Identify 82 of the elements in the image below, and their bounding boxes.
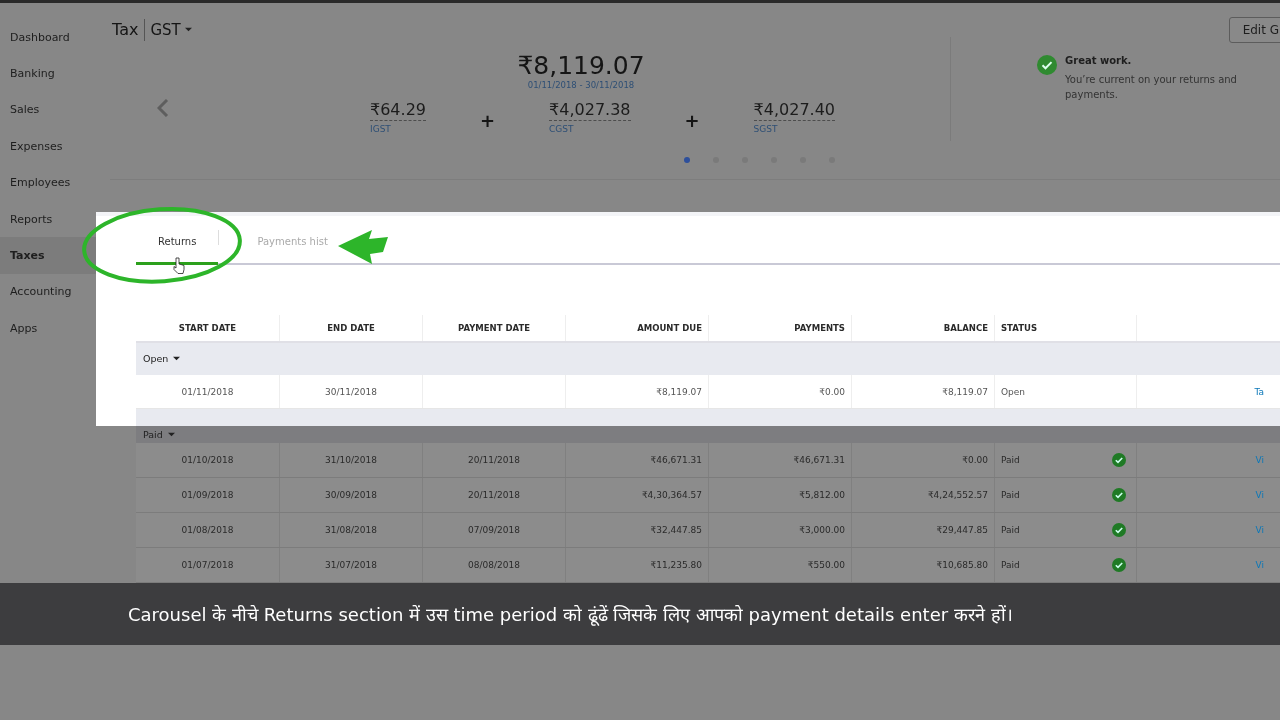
status-text: Paid	[1001, 525, 1020, 535]
caption: Carousel के नीचे Returns section में उस time period को ढूंढें जिसके लिए आपको payment details enter करने हों।	[128, 603, 1013, 626]
status-text: Paid	[1001, 455, 1020, 465]
status-title: Great work.	[1065, 55, 1133, 67]
table-cell: 07/09/2018	[468, 525, 520, 535]
group-toggle[interactable]: Paid	[143, 429, 175, 440]
column-header: BALANCE	[943, 322, 988, 333]
column-header: END DATE	[327, 322, 375, 333]
table-cell: ₹4,24,552.57	[927, 490, 988, 500]
tax-amount: ₹64.29	[370, 100, 426, 122]
table-cell: ₹46,671.31	[793, 455, 845, 465]
check-icon	[1037, 55, 1057, 76]
tax-amount: ₹4,027.38	[549, 100, 631, 122]
table-cell: 31/08/2018	[325, 525, 377, 535]
sidebar-item[interactable]: Taxes	[0, 237, 96, 274]
sidebar-item[interactable]: Apps	[0, 310, 96, 347]
table-cell: ₹10,685.80	[936, 560, 988, 570]
column-header: STATUS	[1001, 322, 1037, 333]
period-text: 01/11/2018 - 30/11/2018	[526, 80, 636, 91]
column-header: START DATE	[178, 322, 237, 333]
plus-sign: +	[480, 109, 496, 131]
tax-label: CGST	[549, 124, 575, 135]
table-cell: ₹3,000.00	[799, 525, 845, 535]
table-cell: 20/11/2018	[468, 455, 520, 465]
sidebar-item[interactable]: Banking	[0, 55, 96, 92]
tax-label: IGST	[370, 124, 392, 135]
pointer-arrow	[338, 230, 388, 264]
table-cell: 08/08/2018	[468, 560, 520, 570]
sidebar-item[interactable]: Accounting	[0, 273, 96, 311]
sidebar-item[interactable]: Dashboard	[0, 19, 96, 56]
sidebar-item[interactable]: Sales	[0, 91, 96, 129]
status-text: Open	[1001, 386, 1026, 397]
status-text: Paid	[1001, 490, 1020, 500]
table-cell: 31/07/2018	[325, 560, 377, 570]
page-title: Tax	[112, 18, 146, 41]
tax-label: SGST	[753, 124, 779, 135]
check-icon	[1112, 523, 1126, 537]
table-cell: 01/10/2018	[181, 455, 234, 465]
status-text: Paid	[1001, 560, 1020, 570]
caret-icon	[173, 355, 181, 363]
column-header: PAYMENTS	[794, 322, 845, 333]
table-cell: ₹550.00	[807, 560, 845, 570]
table-cell: ₹8,119.07	[656, 386, 702, 397]
plus-sign: +	[684, 109, 700, 131]
table-cell: ₹46,671.31	[650, 455, 702, 465]
table-cell: 01/11/2018	[181, 386, 234, 397]
group-toggle[interactable]: Open	[143, 353, 181, 365]
table-cell: 01/09/2018	[181, 490, 234, 500]
table-cell: ₹0.00	[819, 386, 845, 397]
table-cell: 01/07/2018	[181, 560, 234, 570]
row-link[interactable]: Ta	[1254, 386, 1264, 397]
page-dot[interactable]	[684, 157, 690, 164]
check-icon	[1112, 558, 1126, 572]
table-cell: ₹0.00	[962, 455, 988, 465]
tab[interactable]: Payments hist	[235, 220, 388, 266]
sidebar-item[interactable]: Employees	[0, 164, 96, 201]
table-cell: ₹5,812.00	[799, 490, 845, 500]
status-text: You’re current on your returns and payments.	[1065, 73, 1238, 103]
table-cell: ₹11,235.80	[650, 560, 702, 570]
table-cell: ₹32,447.85	[650, 525, 702, 535]
total-amount: ₹8,119.07	[516, 51, 646, 81]
sidebar-item[interactable]: Expenses	[0, 128, 96, 165]
check-icon	[1112, 453, 1126, 467]
table-cell: 30/11/2018	[325, 386, 377, 397]
table-cell: 20/11/2018	[468, 490, 520, 500]
caret-icon	[184, 26, 192, 34]
previous-button[interactable]	[155, 99, 171, 120]
pointer-cursor-icon	[173, 257, 185, 274]
caret-icon	[167, 431, 175, 438]
edit-button[interactable]: Edit G	[1228, 16, 1280, 43]
check-icon	[1112, 488, 1126, 502]
table-cell: ₹4,30,364.57	[641, 490, 702, 500]
column-header: AMOUNT DUE	[637, 322, 702, 333]
table-cell: ₹29,447.85	[936, 525, 988, 535]
table-cell: 31/10/2018	[325, 455, 377, 465]
sidebar-item[interactable]: Reports	[0, 200, 96, 238]
column-header: PAYMENT DATE	[457, 322, 531, 333]
table-cell: 01/08/2018	[181, 525, 234, 535]
table-cell: ₹8,119.07	[942, 386, 988, 397]
tax-selector[interactable]: GST	[145, 20, 192, 39]
table-cell: 30/09/2018	[325, 490, 377, 500]
tax-amount: ₹4,027.40	[753, 100, 836, 122]
